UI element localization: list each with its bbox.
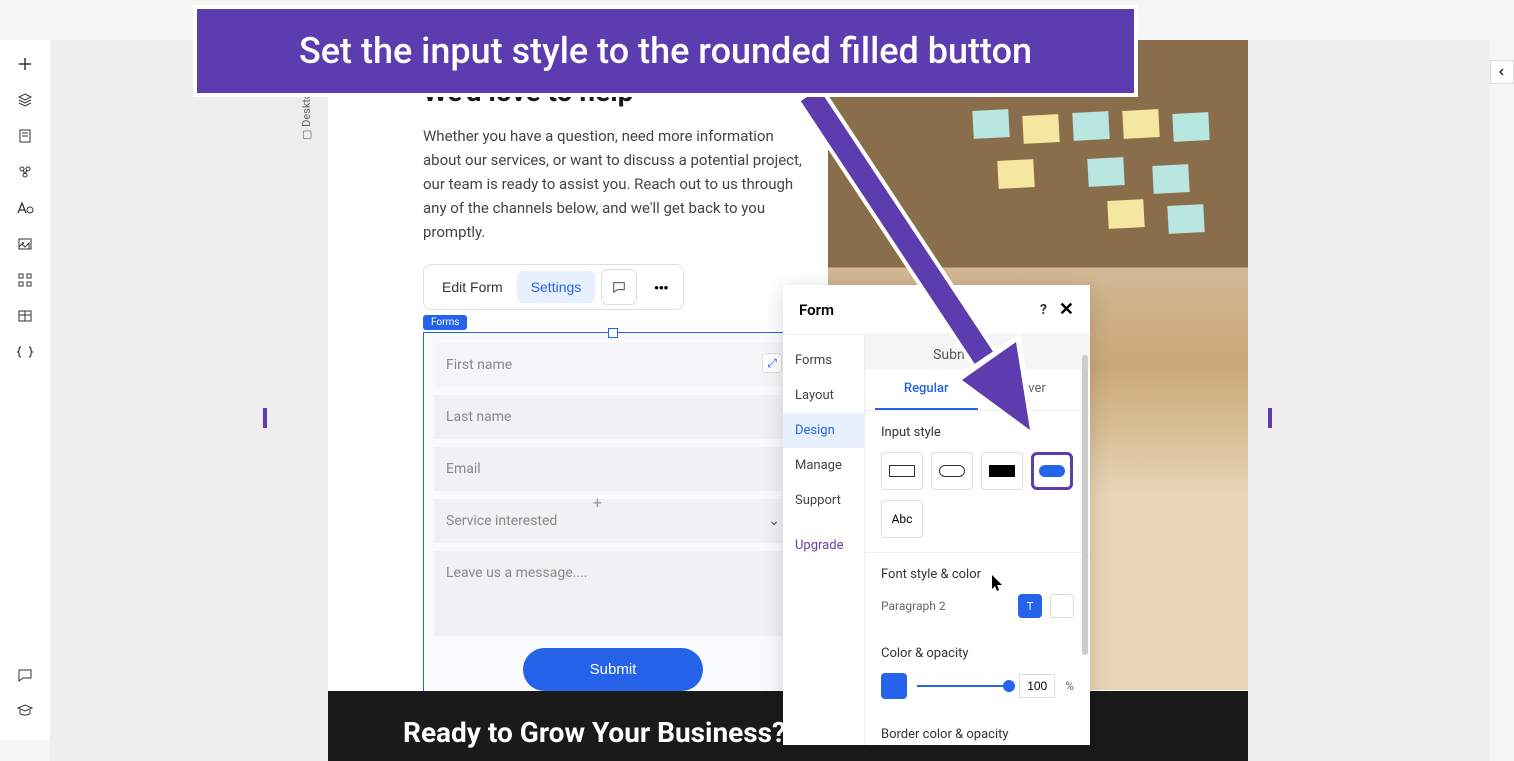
font-name: Paragraph 2 — [881, 599, 1010, 613]
message-field[interactable]: Leave us a message.... — [434, 551, 792, 636]
learn-icon[interactable] — [16, 702, 34, 720]
style-rect-outline[interactable] — [881, 452, 923, 490]
field-placeholder: First name — [446, 357, 512, 373]
font-color-button[interactable]: T — [1018, 594, 1042, 618]
ruler-tick-left — [263, 408, 267, 428]
tab-hover[interactable]: Hover — [978, 369, 1081, 410]
code-icon[interactable] — [16, 343, 34, 361]
sidebar-item-forms[interactable]: Forms — [783, 343, 864, 378]
expand-icon[interactable]: ⤢ — [762, 353, 782, 373]
color-swatch[interactable] — [881, 673, 907, 699]
typography-icon[interactable] — [16, 199, 34, 217]
border-opacity-label: Border color & opacity — [881, 727, 1074, 742]
style-rect-filled[interactable] — [981, 452, 1023, 490]
sidebar-item-support[interactable]: Support — [783, 483, 864, 518]
panel-header: Form ? ✕ — [783, 285, 1090, 335]
add-field-icon[interactable]: + — [593, 493, 602, 512]
ruler-tick-right — [1268, 408, 1272, 428]
edit-form-button[interactable]: Edit Form — [428, 271, 517, 303]
panel-title: Form — [799, 301, 1040, 319]
first-name-field[interactable]: First name ⤢ — [434, 343, 792, 387]
field-placeholder: Leave us a message.... — [446, 565, 587, 581]
cms-icon[interactable] — [16, 163, 34, 181]
comment-icon[interactable] — [16, 666, 34, 684]
panel-tabs: Regular Hover — [865, 369, 1090, 411]
table-icon[interactable] — [16, 307, 34, 325]
field-placeholder: Last name — [446, 409, 511, 425]
close-icon[interactable]: ✕ — [1059, 299, 1074, 320]
apps-icon[interactable] — [16, 271, 34, 289]
style-options — [881, 452, 1074, 490]
add-icon[interactable] — [16, 55, 34, 73]
media-icon[interactable] — [16, 235, 34, 253]
help-icon[interactable]: ? — [1040, 302, 1047, 318]
input-style-label: Input style — [881, 425, 1074, 440]
tab-regular[interactable]: Regular — [875, 369, 978, 410]
field-placeholder: Service interested — [446, 513, 557, 529]
last-name-field[interactable]: Last name — [434, 395, 792, 439]
callout-banner: Set the input style to the rounded fille… — [193, 5, 1138, 97]
scrollbar[interactable] — [1082, 355, 1088, 655]
opacity-value[interactable] — [1019, 674, 1055, 698]
chevron-down-icon[interactable]: ⌄ — [768, 513, 780, 529]
pages-icon[interactable] — [16, 127, 34, 145]
design-panel: Form ? ✕ Forms Layout Design Manage Supp… — [783, 285, 1090, 745]
form-container[interactable]: First name ⤢ Last name Email Service int… — [423, 332, 803, 708]
more-button[interactable]: ••• — [643, 269, 679, 305]
comment-button[interactable] — [601, 269, 637, 305]
panel-sidebar: Forms Layout Design Manage Support Upgra… — [783, 335, 865, 745]
callout-text: Set the input style to the rounded fille… — [299, 30, 1032, 72]
font-color-secondary[interactable] — [1050, 594, 1074, 618]
opacity-slider[interactable] — [917, 685, 1009, 687]
style-pill-filled[interactable] — [1031, 452, 1073, 490]
cta-heading: Ready to Grow Your Business? — [403, 716, 786, 749]
percent-unit: % — [1065, 679, 1074, 693]
font-style-label: Font style & color — [881, 567, 1074, 582]
element-toolbar: Edit Form Settings ••• — [423, 264, 684, 310]
cursor-icon — [991, 574, 1005, 596]
canvas-area: Desktop (Prima We'd love to help Whether… — [50, 40, 1490, 761]
collapse-right-icon[interactable] — [1490, 60, 1514, 84]
service-field[interactable]: Service interested + ⌄ — [434, 499, 792, 543]
sidebar-item-design[interactable]: Design — [783, 413, 864, 448]
sidebar-item-layout[interactable]: Layout — [783, 378, 864, 413]
sidebar-item-upgrade[interactable]: Upgrade — [783, 528, 864, 563]
color-opacity-label: Color & opacity — [881, 646, 1074, 661]
style-pill-outline[interactable] — [931, 452, 973, 490]
style-text-only[interactable]: Abc — [881, 500, 923, 538]
sidebar-item-manage[interactable]: Manage — [783, 448, 864, 483]
section-tag[interactable]: Forms — [423, 315, 467, 330]
submit-button[interactable]: Submit — [523, 648, 703, 691]
left-toolbar — [0, 40, 50, 740]
panel-main: Submit Button Regular Hover Input style … — [865, 335, 1090, 745]
field-placeholder: Email — [446, 461, 481, 477]
panel-subtab[interactable]: Submit Button — [865, 335, 1090, 369]
section-body: Whether you have a question, need more i… — [423, 124, 813, 244]
settings-button[interactable]: Settings — [517, 271, 596, 303]
email-field[interactable]: Email — [434, 447, 792, 491]
layers-icon[interactable] — [16, 91, 34, 109]
